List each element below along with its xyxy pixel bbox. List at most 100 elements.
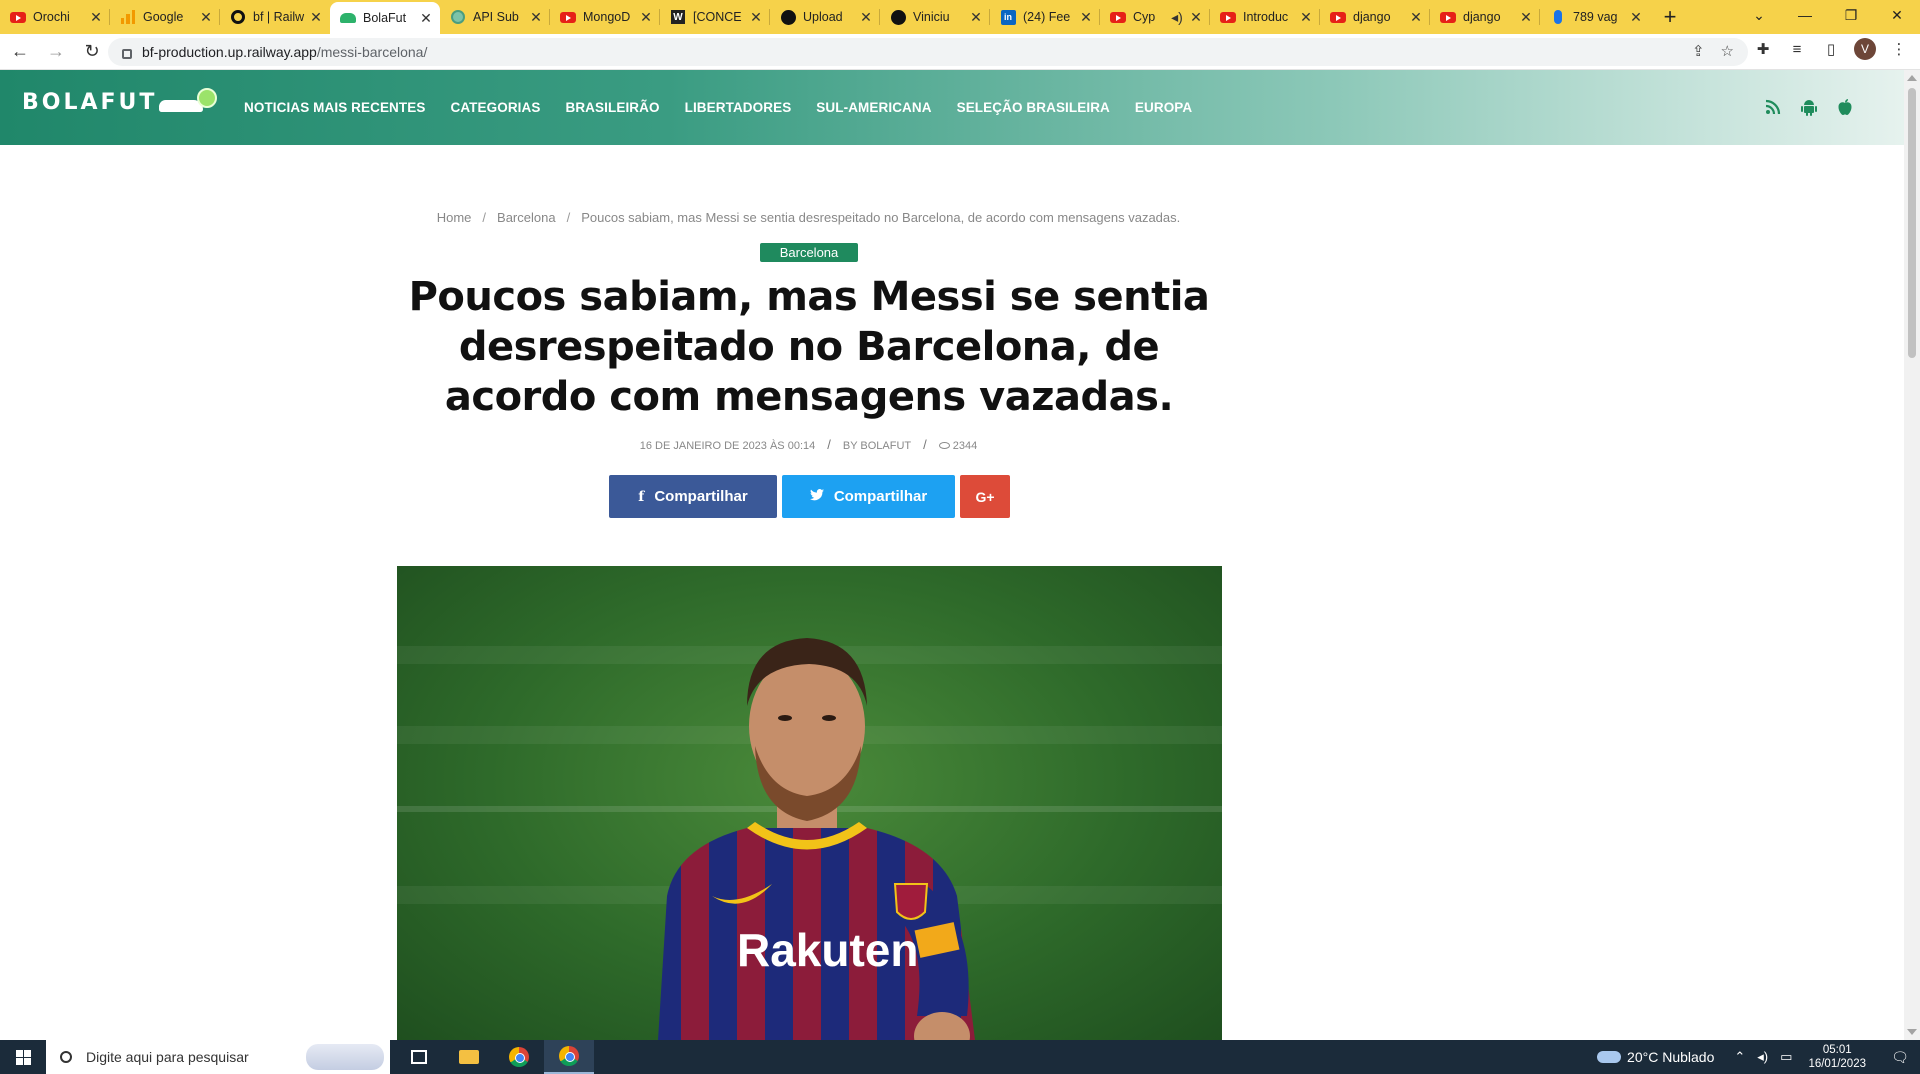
minimize-button[interactable]: — <box>1782 0 1828 30</box>
weather-widget[interactable]: 20°C Nublado <box>1627 1049 1714 1065</box>
browser-tab[interactable]: Google ✕ <box>110 0 220 34</box>
close-tab-icon[interactable]: ✕ <box>308 9 324 26</box>
chrome-profile-taskbar-button[interactable] <box>544 1040 594 1074</box>
share-icon[interactable]: ⇪ <box>1692 42 1705 60</box>
nav-item-recent-news[interactable]: NOTICIAS MAIS RECENTES <box>244 100 425 115</box>
rss-icon[interactable] <box>1764 97 1782 117</box>
url-host: bf-production.up.railway.app <box>142 44 317 60</box>
close-tab-icon[interactable]: ✕ <box>198 9 214 26</box>
browser-tab[interactable]: Introduc ✕ <box>1210 0 1320 34</box>
nav-item-selecao-brasileira[interactable]: SELEÇÃO BRASILEIRA <box>957 100 1110 115</box>
close-tab-icon[interactable]: ✕ <box>638 9 654 26</box>
side-panel-icon[interactable]: ▯ <box>1820 38 1842 60</box>
browser-tab[interactable]: MongoD ✕ <box>550 0 660 34</box>
media-queue-icon[interactable]: ≡ <box>1786 38 1808 60</box>
url-path: /messi-barcelona/ <box>316 44 428 60</box>
windows-logo-icon <box>15 1049 31 1065</box>
browser-tab[interactable]: 789 vag ✕ <box>1540 0 1650 34</box>
close-tab-icon[interactable]: ✕ <box>1298 9 1314 26</box>
close-tab-icon[interactable]: ✕ <box>88 9 104 26</box>
scrollbar-thumb[interactable] <box>1908 88 1916 358</box>
speaker-icon[interactable]: ◂) <box>1166 9 1188 26</box>
football-boot-icon <box>159 88 218 116</box>
taskbar-search-placeholder: Digite aqui para pesquisar <box>86 1049 249 1065</box>
category-badge[interactable]: Barcelona <box>760 243 858 262</box>
extensions-puzzle-icon[interactable]: ✚ <box>1752 38 1774 60</box>
breadcrumb-category[interactable]: Barcelona <box>497 210 556 225</box>
nav-item-sul-americana[interactable]: SUL-AMERICANA <box>816 100 931 115</box>
close-window-button[interactable]: ✕ <box>1874 0 1920 30</box>
search-highlight-image <box>306 1044 384 1070</box>
close-tab-icon[interactable]: ✕ <box>1518 9 1534 26</box>
youtube-icon <box>1110 9 1126 25</box>
nav-item-europa[interactable]: EUROPA <box>1135 100 1192 115</box>
speaker-icon[interactable]: ◂) <box>1757 1049 1768 1065</box>
lock-icon[interactable] <box>122 49 132 59</box>
browser-tab[interactable]: django ✕ <box>1320 0 1430 34</box>
browser-tab[interactable]: django ✕ <box>1430 0 1540 34</box>
file-explorer-button[interactable] <box>444 1040 494 1074</box>
browser-tab[interactable]: in (24) Fee ✕ <box>990 0 1100 34</box>
nav-item-libertadores[interactable]: LIBERTADORES <box>685 100 792 115</box>
w-icon: W <box>670 9 686 25</box>
taskbar-clock[interactable]: 05:01 16/01/2023 <box>1808 1043 1866 1071</box>
player-photo: Rakuten <box>658 638 975 1040</box>
reload-icon[interactable]: ↻ <box>76 36 108 68</box>
nav-item-categories[interactable]: CATEGORIAS <box>450 100 540 115</box>
tab-search-icon[interactable]: ⌄ <box>1736 0 1782 30</box>
taskbar-search-box[interactable]: Digite aqui para pesquisar <box>46 1040 390 1074</box>
restore-button[interactable]: ❐ <box>1828 0 1874 30</box>
github-icon <box>780 9 796 25</box>
close-tab-icon[interactable]: ✕ <box>418 10 434 27</box>
forward-arrow-icon[interactable]: → <box>40 36 72 68</box>
apple-icon[interactable] <box>1836 97 1854 117</box>
close-tab-icon[interactable]: ✕ <box>1408 9 1424 26</box>
close-tab-icon[interactable]: ✕ <box>1188 9 1204 26</box>
new-tab-button[interactable]: + <box>1650 0 1690 34</box>
profile-avatar[interactable]: V <box>1854 38 1876 60</box>
article-date: 16 DE JANEIRO DE 2023 ÀS 00:14 <box>639 440 816 452</box>
close-tab-icon[interactable]: ✕ <box>858 9 874 26</box>
search-icon <box>60 1051 72 1063</box>
browser-tab[interactable]: Viniciu ✕ <box>880 0 990 34</box>
browser-tab-strip: Orochi ✕ Google ✕ bf | Railw ✕ BolaFut ✕ API… <box>0 0 1920 34</box>
close-tab-icon[interactable]: ✕ <box>1078 9 1094 26</box>
page-scrollbar[interactable] <box>1904 70 1920 1040</box>
close-tab-icon[interactable]: ✕ <box>1628 9 1644 26</box>
menu-kebab-icon[interactable]: ⋮ <box>1888 38 1910 60</box>
breadcrumb-home[interactable]: Home <box>437 210 472 225</box>
facebook-share-button[interactable]: f Compartilhar <box>609 475 777 518</box>
close-tab-icon[interactable]: ✕ <box>528 9 544 26</box>
android-icon[interactable] <box>1800 97 1818 117</box>
browser-tab[interactable]: W [CONCE ✕ <box>660 0 770 34</box>
scroll-down-arrow-icon[interactable] <box>1907 1029 1917 1035</box>
notification-center-icon[interactable]: 🗨 <box>1880 1040 1920 1074</box>
back-arrow-icon[interactable]: ← <box>4 36 36 68</box>
article-author[interactable]: BY BOLAFUT <box>843 440 911 452</box>
browser-tab[interactable]: Upload ✕ <box>770 0 880 34</box>
site-logo[interactable]: BOLAFUT <box>22 88 218 116</box>
nav-item-brasileirao[interactable]: BRASILEIRÃO <box>565 100 659 115</box>
chrome-taskbar-button[interactable] <box>494 1040 544 1074</box>
close-tab-icon[interactable]: ✕ <box>748 9 764 26</box>
browser-tab-active[interactable]: BolaFut ✕ <box>330 2 440 34</box>
browser-tab[interactable]: bf | Railw ✕ <box>220 0 330 34</box>
task-view-button[interactable] <box>394 1040 444 1074</box>
view-count: 2344 <box>952 440 978 452</box>
google-plus-share-button[interactable]: G+ <box>960 475 1010 518</box>
network-icon[interactable]: ▭ <box>1780 1049 1792 1065</box>
twitter-share-button[interactable]: Compartilhar <box>782 475 955 518</box>
breadcrumb-current: Poucos sabiam, mas Messi se sentia desre… <box>581 210 1181 225</box>
chevron-up-icon[interactable]: ⌃ <box>1734 1049 1745 1065</box>
close-tab-icon[interactable]: ✕ <box>968 9 984 26</box>
windows-start-button[interactable] <box>0 1040 46 1074</box>
browser-tab[interactable]: API Sub ✕ <box>440 0 550 34</box>
bookmark-star-icon[interactable]: ☆ <box>1721 42 1734 60</box>
browser-tab[interactable]: Orochi ✕ <box>0 0 110 34</box>
social-links <box>1764 97 1854 117</box>
linkedin-icon: in <box>1000 9 1016 25</box>
scroll-up-arrow-icon[interactable] <box>1907 75 1917 81</box>
youtube-icon <box>560 9 576 25</box>
address-bar[interactable]: bf-production.up.railway.app/messi-barce… <box>108 38 1748 66</box>
browser-tab[interactable]: Cyp ◂) ✕ <box>1100 0 1210 34</box>
